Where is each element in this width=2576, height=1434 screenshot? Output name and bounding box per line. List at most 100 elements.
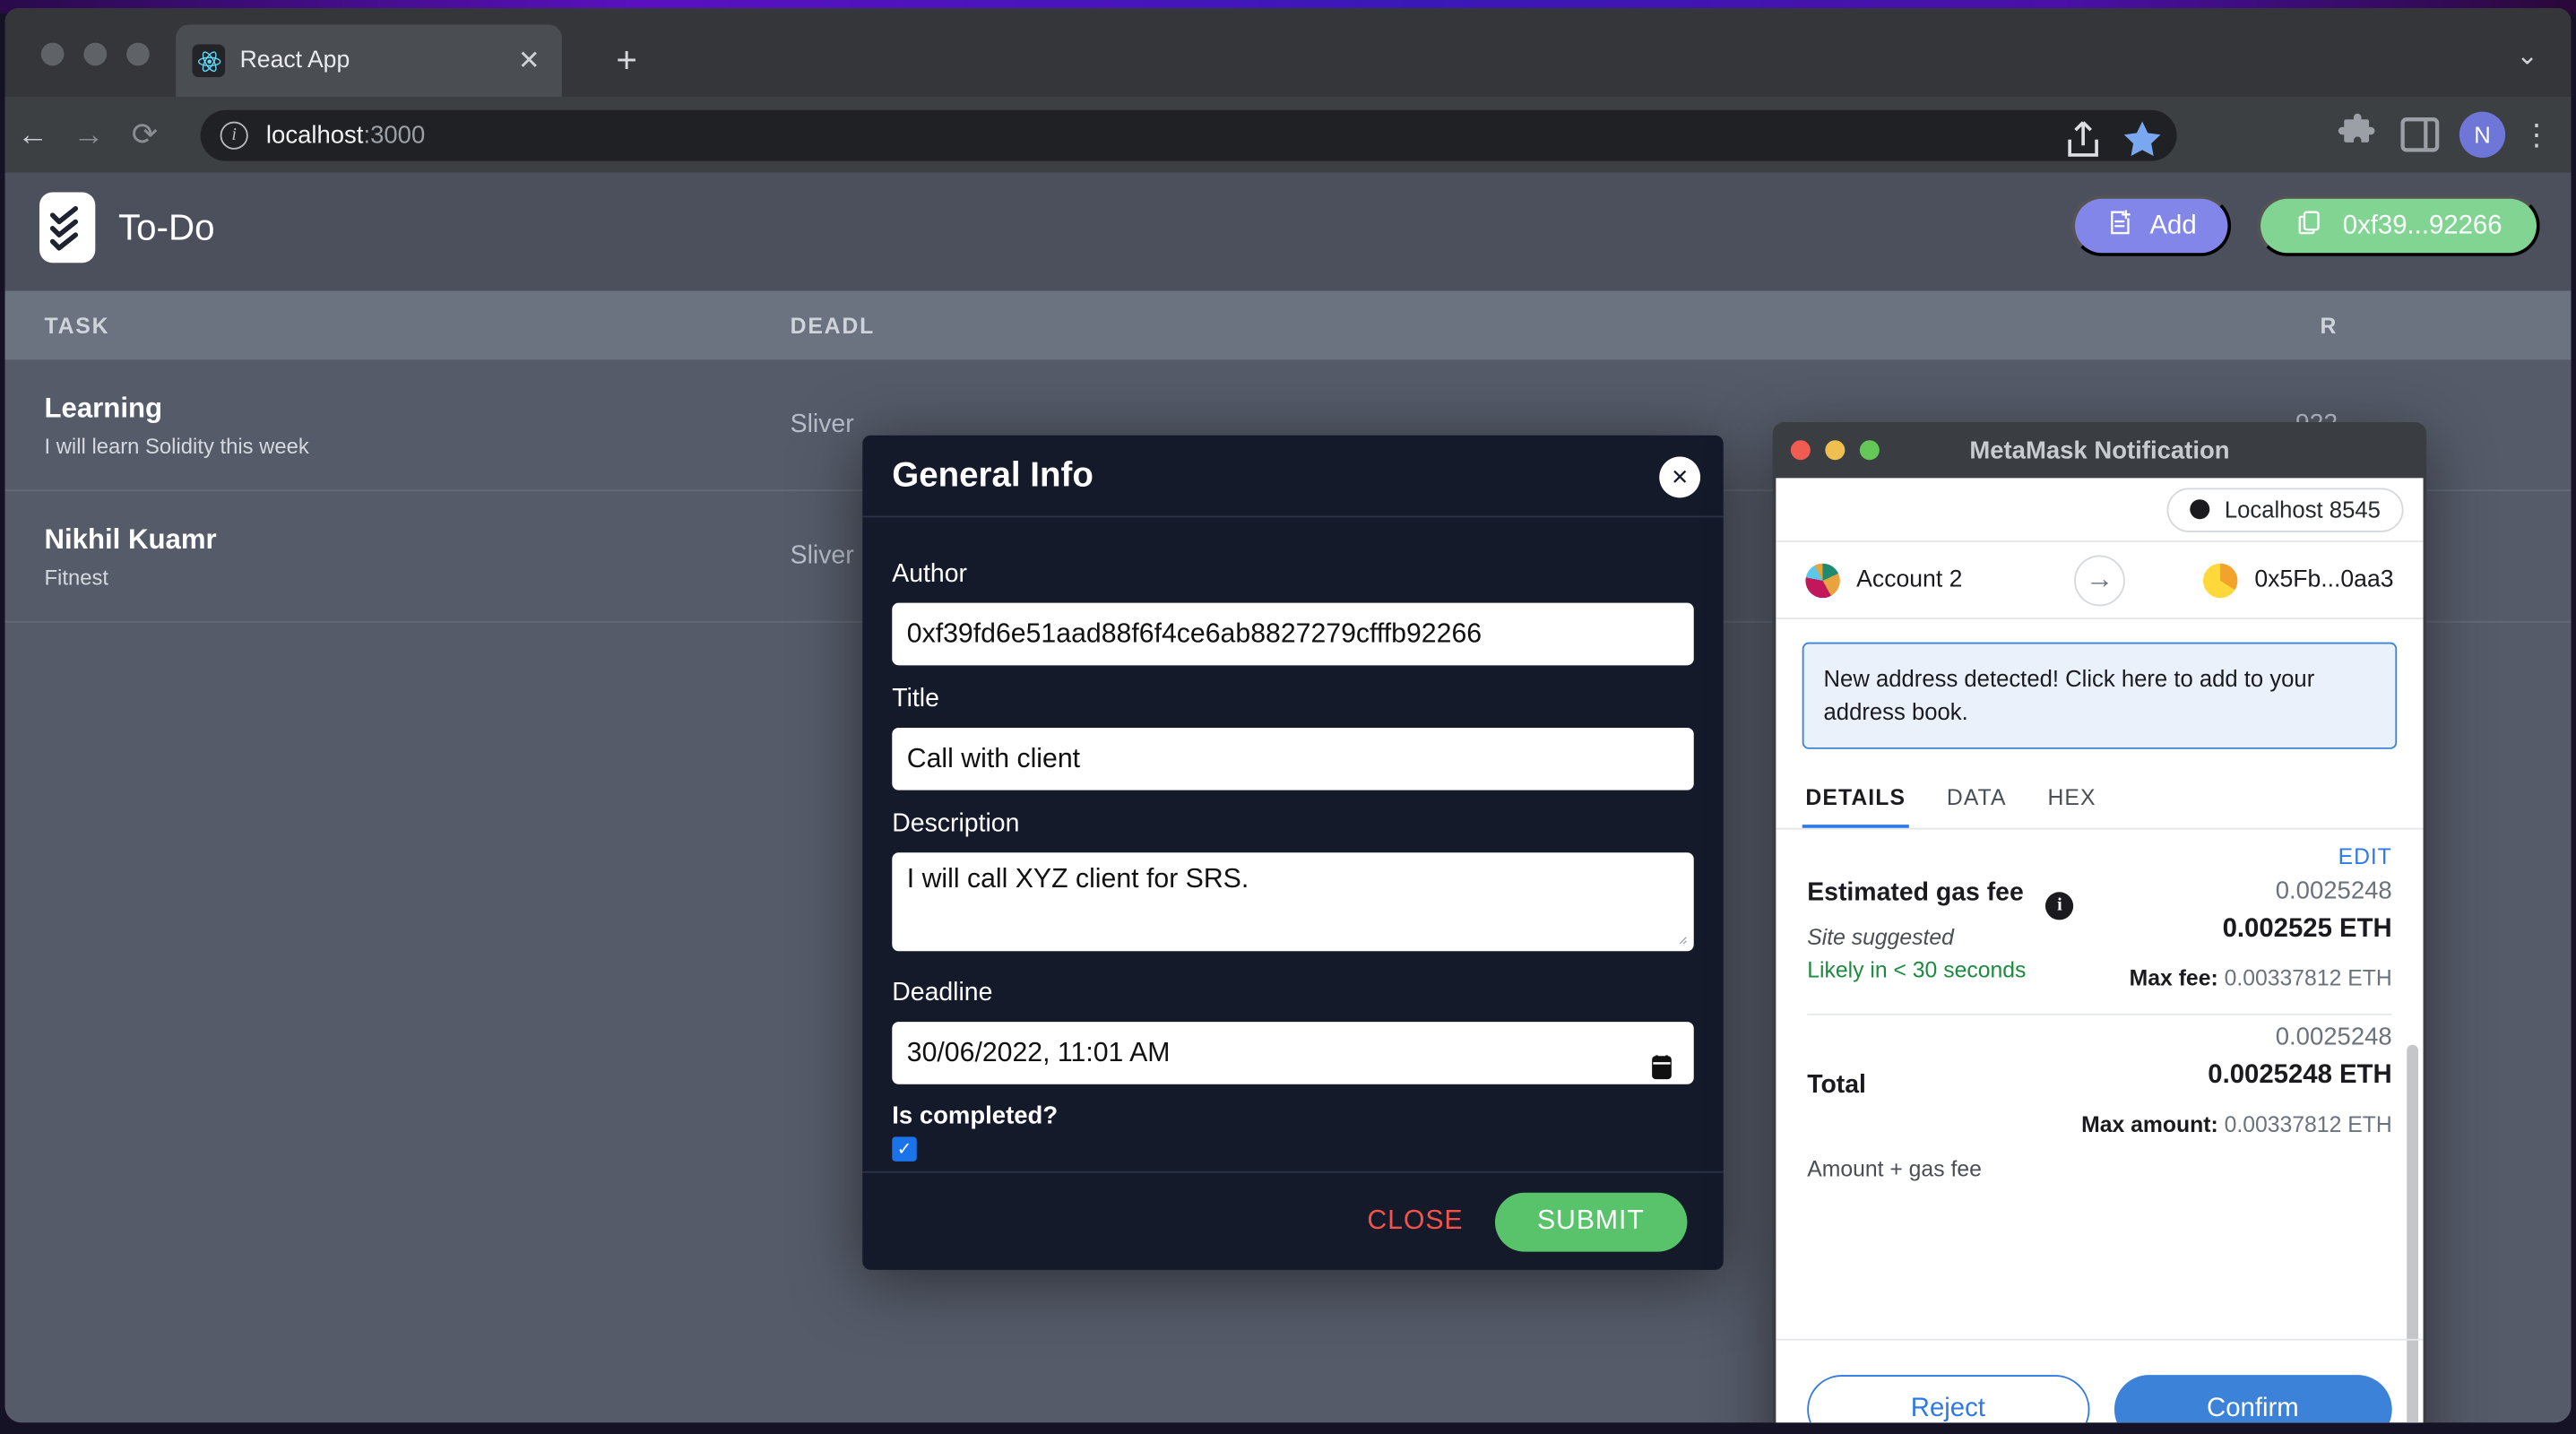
gas-fee-approx: 0.0025248 — [2275, 877, 2392, 905]
confirm-button[interactable]: Confirm — [2114, 1374, 2392, 1423]
metamask-tabs: DETAILS DATA HEX — [1776, 772, 2424, 829]
close-window-button[interactable] — [40, 42, 65, 66]
task-title: Learning — [44, 392, 163, 423]
new-address-notice[interactable]: New address detected! Click here to add … — [1802, 642, 2398, 749]
header-actions: Add 0xf39...92266 — [2070, 195, 2540, 256]
deadline-label: Deadline — [892, 979, 993, 1007]
submit-button[interactable]: SUBMIT — [1494, 1191, 1688, 1251]
tab-close-icon[interactable]: ✕ — [513, 44, 546, 77]
browser-tab-react-app[interactable]: React App ✕ — [176, 24, 562, 98]
omnibox-actions — [2060, 117, 2165, 162]
gas-fee-eth: 0.002525 ETH — [2222, 914, 2392, 943]
toolbar-right-actions: N ⋮ — [2335, 111, 2552, 158]
sidepanel-icon[interactable] — [2397, 112, 2442, 158]
reload-button[interactable]: ⟳ — [117, 119, 172, 151]
puzzle-icon[interactable] — [2335, 112, 2381, 158]
transfer-arrow-icon: → — [2074, 554, 2125, 606]
copy-address-button[interactable]: 0xf39...92266 — [2257, 195, 2540, 256]
dialog-footer: CLOSE SUBMIT — [862, 1171, 1724, 1270]
tab-data[interactable]: DATA — [1943, 772, 2010, 827]
address-bar-url: localhost:3000 — [266, 122, 425, 150]
page-content: To-Do Add 0xf39...92266 TASK DEADL R Lea… — [4, 172, 2572, 1423]
minimize-window-button[interactable] — [83, 42, 108, 66]
calendar-icon[interactable] — [1649, 1038, 1673, 1093]
tab-details[interactable]: DETAILS — [1802, 772, 1909, 828]
general-info-dialog: General Info ✕ Author Title Description — [862, 435, 1724, 1270]
info-icon[interactable]: i — [2045, 891, 2074, 920]
from-account-label: Account 2 — [1856, 566, 1963, 593]
browser-menu-icon[interactable]: ⋮ — [2522, 119, 2552, 149]
total-eth: 0.0025248 ETH — [2208, 1060, 2392, 1089]
to-account[interactable]: 0x5Fb...0aa3 — [2203, 562, 2394, 598]
copy-icon — [2295, 208, 2323, 244]
metamask-minimize-button[interactable] — [1825, 440, 1846, 461]
metamask-body: Localhost 8545 Account 2 → 0x5Fb...0aa3 … — [1776, 478, 2424, 1423]
total-right: 0.0025248 0.0025248 ETH Max amount: 0.00… — [2081, 1023, 2392, 1181]
add-task-button[interactable]: Add — [2070, 195, 2232, 256]
total-max-value: 0.00337812 ETH — [2224, 1111, 2392, 1136]
gas-fee-label: Estimated gas fee — [1807, 877, 2024, 907]
metamask-maximize-button[interactable] — [1859, 440, 1880, 461]
is-completed-label: Is completed? — [892, 1101, 1059, 1131]
gas-max-fee-label: Max fee: — [2129, 965, 2218, 990]
close-button[interactable]: CLOSE — [1367, 1205, 1463, 1237]
maximize-window-button[interactable] — [126, 42, 150, 66]
network-selector[interactable]: Localhost 8545 — [2166, 487, 2404, 531]
star-icon[interactable] — [2119, 117, 2165, 162]
back-button[interactable]: ← — [4, 119, 60, 151]
page-title: To-Do — [117, 206, 215, 247]
address-bar[interactable]: i localhost:3000 — [200, 109, 2177, 162]
title-label: Title — [892, 685, 939, 713]
edit-gas-link[interactable]: EDIT — [1776, 829, 2423, 868]
total-max-amount: Max amount: 0.00337812 ETH — [2081, 1111, 2392, 1136]
column-header-task: TASK — [44, 313, 110, 338]
account-address-label: 0xf39...92266 — [2342, 211, 2503, 239]
tab-title: React App — [239, 48, 350, 74]
dialog-header: General Info ✕ — [862, 436, 1724, 518]
author-field[interactable] — [892, 602, 1694, 666]
is-completed-checkbox[interactable]: ✓ — [892, 1136, 917, 1162]
add-task-label: Add — [2149, 211, 2197, 239]
task-table-header: TASK DEADL R — [4, 290, 2572, 360]
chevron-down-icon[interactable]: ⌄ — [2516, 39, 2538, 73]
dialog-title: General Info — [892, 455, 1094, 494]
app-brand: To-Do — [39, 192, 215, 263]
from-account[interactable]: Account 2 — [1805, 562, 1963, 598]
gas-fee-row: Estimated gas fee Site suggested Likely … — [1776, 868, 2423, 989]
deadline-field[interactable] — [892, 1022, 1694, 1084]
close-icon[interactable]: ✕ — [1659, 456, 1701, 498]
url-port: :3000 — [363, 121, 426, 150]
from-identicon-icon — [1805, 562, 1840, 598]
deadline-field-wrap — [892, 1022, 1694, 1084]
profile-avatar[interactable]: N — [2459, 111, 2506, 158]
task-description: I will learn Solidity this week — [44, 432, 309, 458]
title-field[interactable] — [892, 727, 1694, 790]
metamask-close-button[interactable] — [1790, 440, 1811, 461]
window-traffic-lights[interactable] — [40, 42, 150, 66]
to-identicon-icon — [2203, 562, 2239, 598]
network-label: Localhost 8545 — [2224, 496, 2381, 523]
reject-button[interactable]: Reject — [1807, 1374, 2089, 1423]
site-info-icon[interactable]: i — [220, 121, 248, 150]
metamask-titlebar: MetaMask Notification — [1773, 422, 2426, 478]
tab-hex[interactable]: HEX — [2044, 772, 2100, 827]
new-tab-button[interactable]: + — [616, 42, 637, 79]
react-icon — [192, 44, 226, 78]
description-field[interactable] — [892, 852, 1694, 952]
total-approx: 0.0025248 — [2275, 1023, 2392, 1051]
browser-tabstrip: React App ✕ + ⌄ — [4, 8, 2572, 98]
total-sub: Amount + gas fee — [1807, 1156, 1982, 1181]
app-header: To-Do Add 0xf39...92266 — [4, 172, 2572, 291]
gas-fee-right: 0.0025248 0.002525 ETH Max fee: 0.003378… — [2130, 877, 2392, 989]
url-host: localhost — [265, 121, 364, 150]
share-icon[interactable] — [2060, 117, 2105, 162]
column-header-deadline: DEADL — [790, 313, 876, 338]
metamask-window-title: MetaMask Notification — [1969, 436, 2230, 464]
metamask-traffic-lights[interactable] — [1790, 440, 1880, 461]
gas-fee-left: Estimated gas fee Site suggested Likely … — [1807, 877, 2026, 989]
author-label: Author — [892, 560, 967, 589]
column-header-author: R — [2320, 313, 2338, 338]
forward-button[interactable]: → — [61, 119, 117, 151]
task-description: Fitnest — [44, 564, 109, 590]
network-status-dot — [2190, 499, 2210, 520]
